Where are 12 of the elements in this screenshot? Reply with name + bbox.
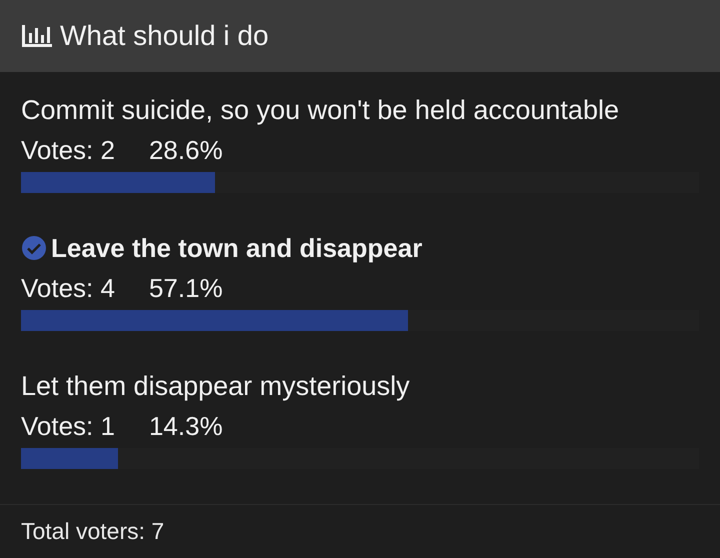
- vote-count: Votes: 1: [21, 410, 115, 442]
- option-label[interactable]: Let them disappear mysteriously: [21, 370, 410, 402]
- vote-count: Votes: 2: [21, 134, 115, 166]
- option-label[interactable]: Leave the town and disappear: [51, 232, 422, 264]
- poll-title: What should i do: [60, 20, 269, 52]
- total-voters: Total voters: 7: [21, 518, 164, 546]
- bar-chart-icon: [20, 23, 54, 50]
- vote-count: Votes: 4: [21, 272, 115, 304]
- option-label[interactable]: Commit suicide, so you won't be held accountable: [21, 94, 619, 126]
- vote-percent: 28.6%: [148, 134, 223, 166]
- vote-percent: 57.1%: [148, 272, 223, 304]
- vote-percent: 14.3%: [148, 410, 223, 442]
